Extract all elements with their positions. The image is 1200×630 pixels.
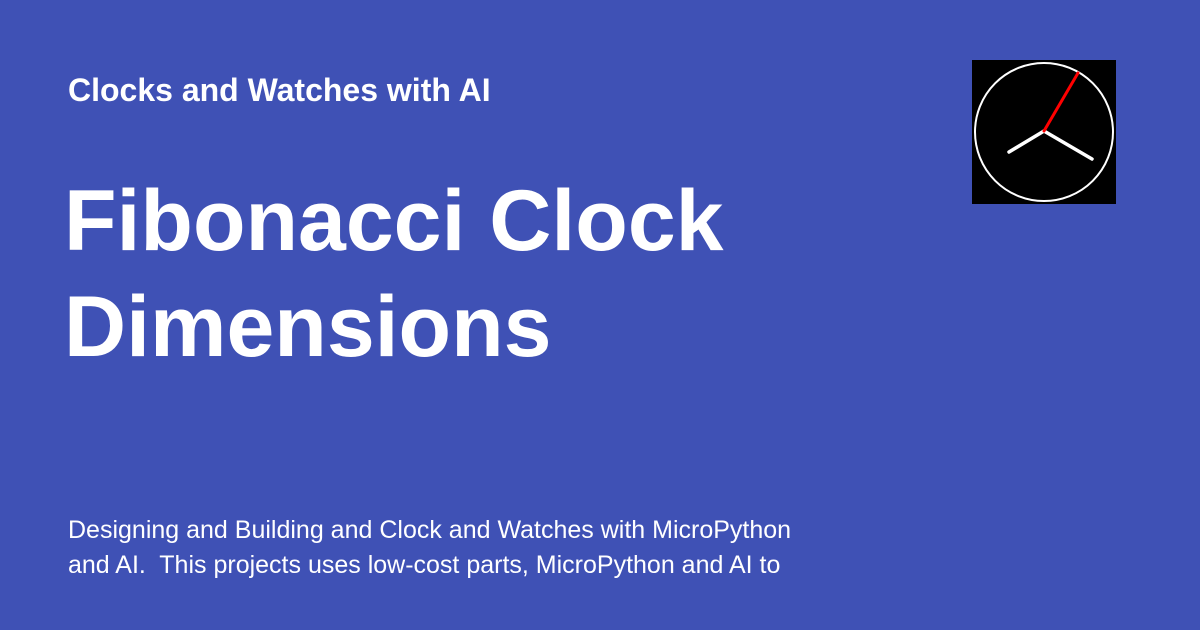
page-title-line-1: Fibonacci Clock <box>64 173 724 269</box>
page-title-line-2: Dimensions <box>64 279 552 375</box>
hour-hand <box>1007 129 1046 154</box>
page-description: Designing and Building and Clock and Wat… <box>68 513 968 583</box>
minute-hand <box>1042 129 1094 161</box>
analog-clock-icon <box>974 62 1114 202</box>
description-line-2: and AI. This projects uses low-cost part… <box>68 551 781 579</box>
clock-logo <box>972 60 1116 204</box>
description-line-1: Designing and Building and Clock and Wat… <box>68 516 792 544</box>
site-name: Clocks and Watches with AI <box>68 72 491 108</box>
page-title: Fibonacci Clock Dimensions <box>64 168 924 380</box>
second-hand <box>1042 71 1080 133</box>
